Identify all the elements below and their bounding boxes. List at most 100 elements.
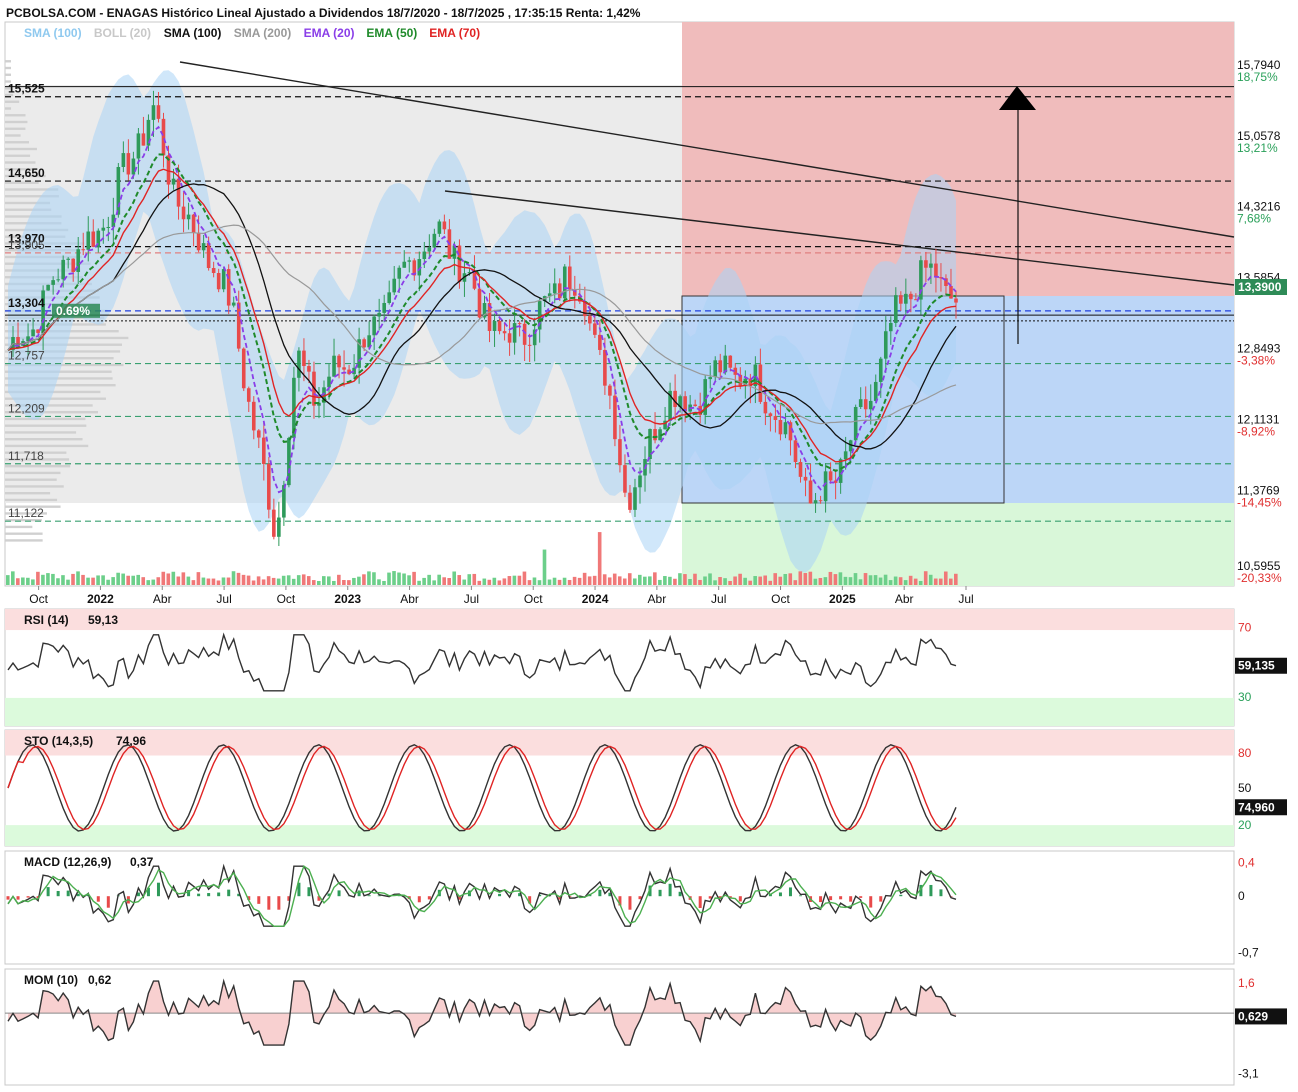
volume-bar [362, 574, 366, 585]
volume-bar [352, 577, 356, 585]
volume-bar [322, 576, 326, 585]
candle-body [954, 298, 958, 303]
volume-bar [562, 577, 567, 585]
volume-bar [763, 575, 767, 585]
volume-bar [216, 580, 221, 585]
volume-bar [853, 573, 858, 585]
volume-bar [16, 578, 20, 585]
volume-bar [171, 571, 176, 585]
volume-bar [121, 573, 125, 585]
candle-body [176, 178, 181, 207]
volume-bar [582, 572, 587, 585]
candle-body [66, 258, 70, 260]
macd-histogram-bar [16, 896, 20, 900]
macd-histogram-bar [46, 887, 50, 897]
candle-body [593, 323, 597, 335]
candle-body [407, 260, 412, 262]
candle-body [894, 295, 898, 323]
candle-body [793, 440, 798, 463]
candle-body [86, 231, 91, 250]
macd-histogram-bar [788, 887, 792, 897]
volume-bar [226, 577, 231, 585]
volume-bar [627, 573, 632, 585]
candle-body [588, 316, 592, 324]
volume-profile-bar [5, 107, 12, 110]
volume-bar [938, 578, 943, 585]
candle-body [843, 451, 848, 460]
time-label-5: 2023 [334, 592, 361, 606]
volume-bar [683, 574, 687, 585]
volume-bar [146, 580, 151, 585]
volume-bar [66, 579, 70, 585]
volume-profile-bar [5, 492, 51, 495]
panel-macd: 0,4 0 -0,7 MACD (12,26,9) 0,37 [4, 850, 1259, 965]
candle-body [307, 366, 311, 372]
panel-rsi: 705030RSI (14)59,1359,135 [4, 608, 1287, 727]
level-label-0: 15,525 [8, 82, 45, 96]
volume-bar [196, 572, 201, 585]
stock-chart[interactable]: PCBOLSA.COM - ENAGAS Histórico Lineal Aj… [0, 0, 1298, 1092]
volume-bar [296, 575, 301, 585]
volume-bar [26, 577, 30, 585]
volume-bar [337, 574, 341, 585]
volume-bar [201, 577, 206, 585]
volume-bar [728, 580, 732, 585]
candle-body [442, 221, 447, 230]
candle-body [251, 401, 256, 431]
candle-body [909, 293, 913, 300]
candle-body [628, 492, 632, 510]
candle-body [598, 334, 602, 350]
indicator-panels: 705030RSI (14)59,1359,135805020STO (14,3… [4, 608, 1287, 1086]
volume-bar [803, 573, 808, 585]
time-axis: Oct 2022 Abr Jul Oct 2023 Abr Jul Oct 2024 Abr Jul O… [29, 586, 974, 606]
volume-bar [271, 577, 276, 585]
volume-bar [838, 572, 843, 585]
panel-level-0: 70 [1238, 621, 1252, 635]
volume-bar [668, 576, 672, 585]
panel-level-2: -0,7 [1238, 946, 1259, 960]
time-label-11: Jul [711, 592, 726, 606]
candle-body [81, 249, 86, 251]
volume-bar [251, 580, 256, 585]
candle-body [171, 178, 176, 185]
volume-bar [818, 577, 823, 585]
volume-bar [246, 575, 251, 585]
volume-profile-bar [5, 73, 11, 76]
candle-body [934, 263, 938, 278]
candle-body [818, 500, 823, 502]
panel-value: 0,62 [88, 973, 112, 987]
volume-bar [858, 579, 863, 585]
candle-body [246, 388, 251, 402]
volume-bar [954, 573, 958, 585]
price-tick-pct-7: -20,33% [1237, 571, 1282, 585]
time-label-7: Jul [464, 592, 479, 606]
volume-bar [136, 574, 141, 585]
candle-body [517, 323, 522, 325]
volume-bar [898, 577, 903, 585]
volume-bar [46, 573, 50, 585]
volume-profile-bar [5, 465, 71, 468]
volume-bar [457, 575, 462, 585]
volume-bar [432, 580, 436, 585]
volume-bar [472, 573, 477, 585]
macd-histogram-bar [819, 896, 823, 903]
panel-label: RSI (14) [24, 613, 69, 627]
volume-bar [487, 579, 492, 585]
stop-zone [682, 503, 1234, 586]
candle-body [377, 312, 381, 317]
volume-bar [738, 573, 742, 585]
volume-profile-bar [5, 154, 31, 157]
volume-bar [11, 571, 15, 585]
level-change-badge-label: 0.69% [56, 304, 90, 318]
volume-bar [868, 575, 873, 585]
candle-body [422, 251, 427, 260]
volume-bar [612, 573, 617, 585]
volume-bar [948, 578, 953, 585]
macd-histogram-bar [307, 887, 311, 897]
volume-bar [552, 577, 557, 585]
main-panel [4, 21, 1235, 587]
volume-bar [231, 571, 236, 585]
panel-label: MOM (10) [24, 973, 78, 987]
volume-bar [773, 573, 778, 585]
volume-bar [412, 571, 416, 585]
